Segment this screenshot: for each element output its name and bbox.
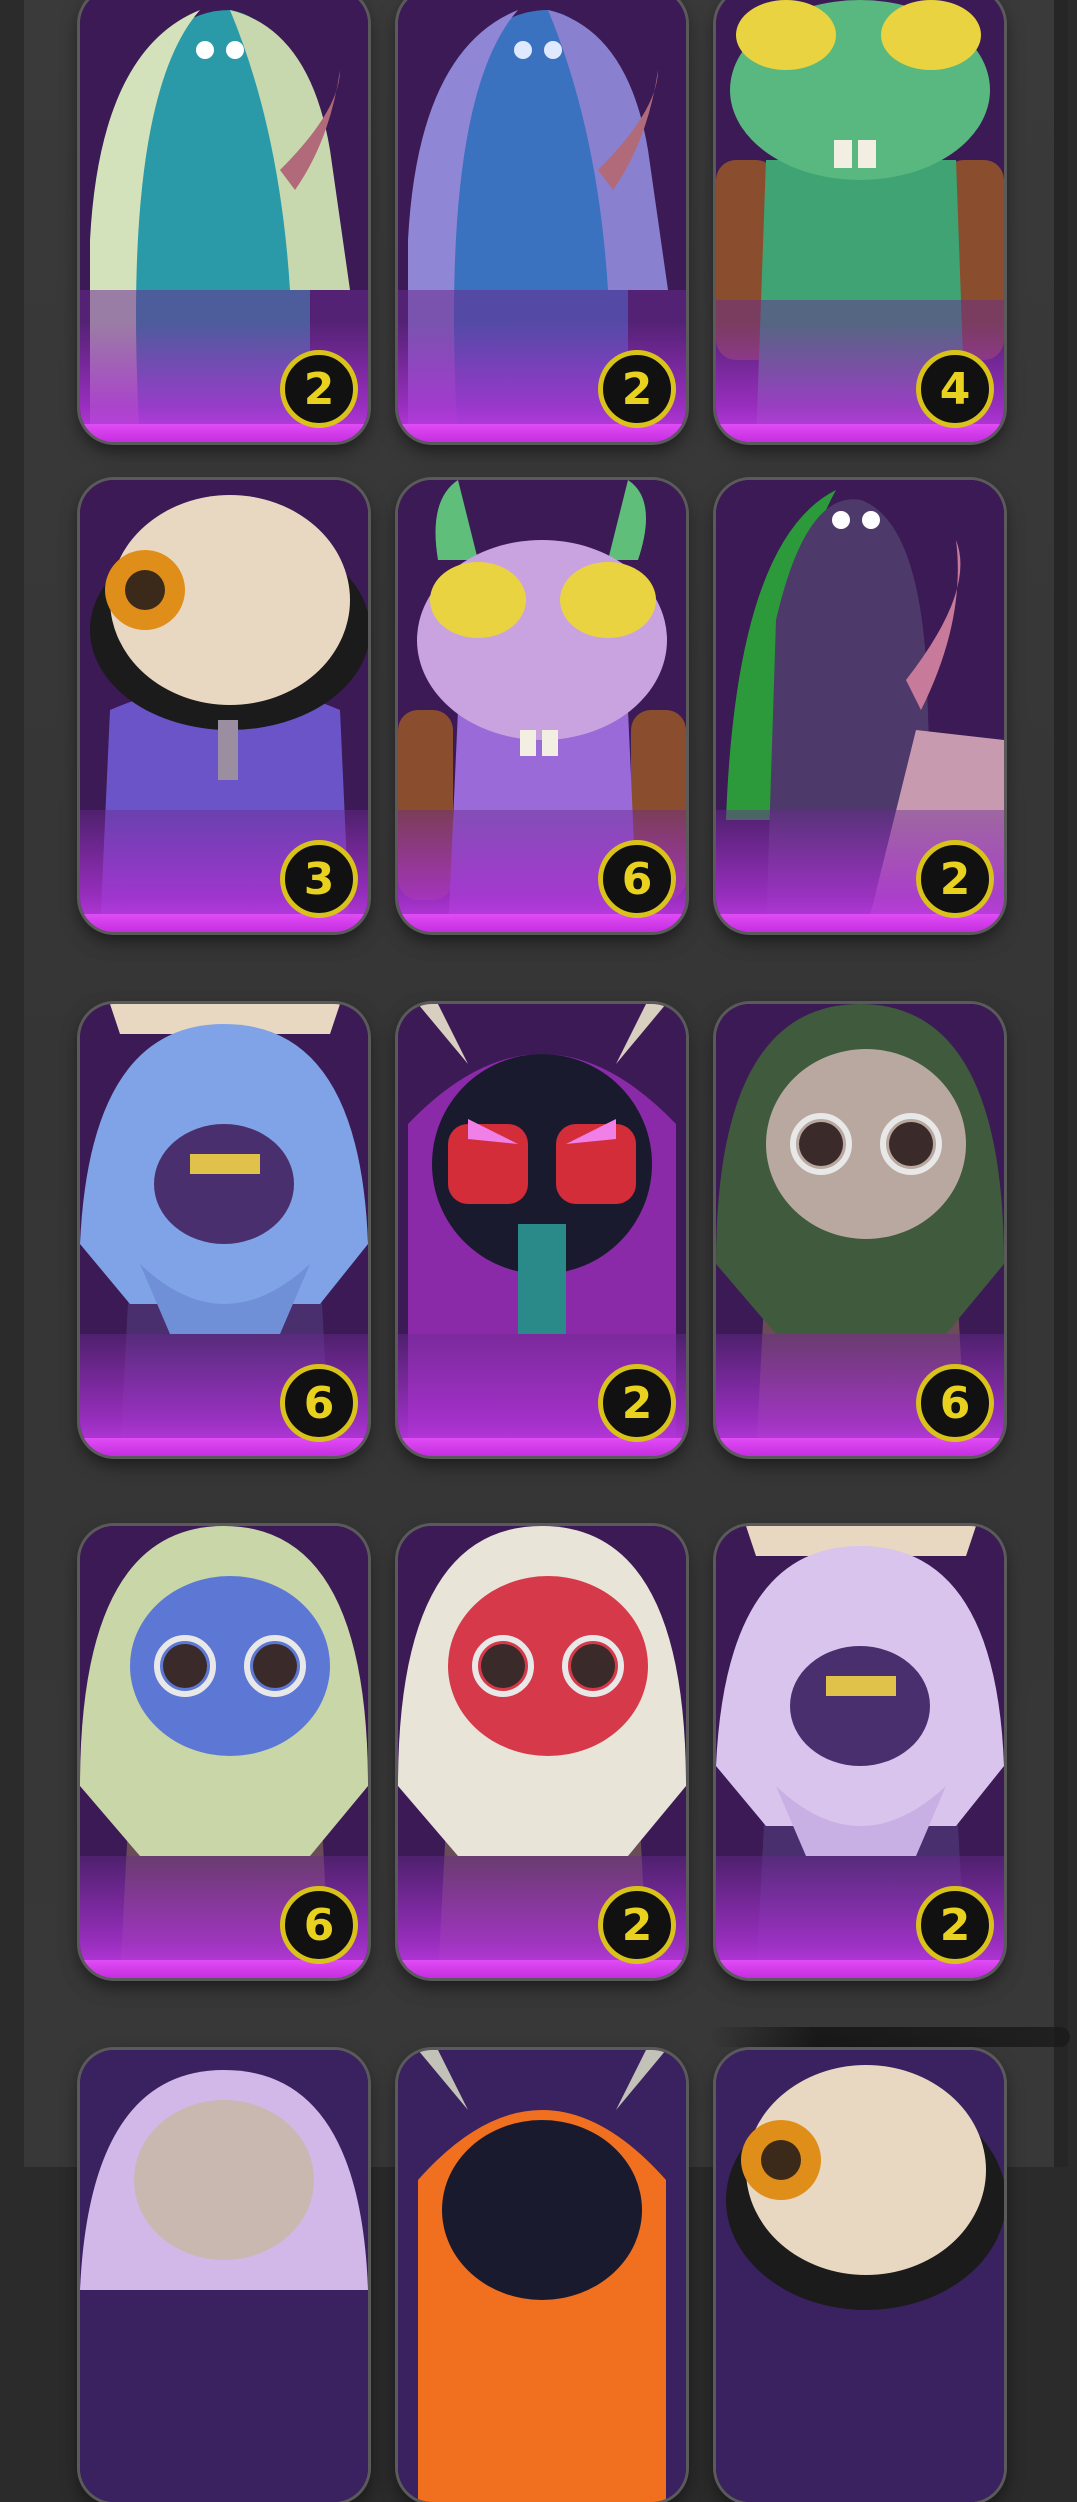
count-badge: 6 xyxy=(280,1886,358,1964)
card-troll-blue[interactable]: 6 xyxy=(80,1004,368,1456)
card-frog-purple[interactable]: 6 xyxy=(398,480,686,932)
count-badge: 3 xyxy=(280,840,358,918)
card-partial-2[interactable] xyxy=(398,2050,686,2502)
count-badge: 2 xyxy=(916,1886,994,1964)
card-partial-1[interactable] xyxy=(80,2050,368,2502)
card-partial-3[interactable] xyxy=(716,2050,1004,2502)
card-hood-magenta[interactable]: 2 xyxy=(398,1004,686,1456)
card-troll-lilac[interactable]: 2 xyxy=(716,1526,1004,1978)
card-mummy-purple[interactable]: 3 xyxy=(80,480,368,932)
card-ghost-lavender[interactable]: 2 xyxy=(398,0,686,442)
count-badge: 2 xyxy=(598,1886,676,1964)
count-badge: 6 xyxy=(916,1364,994,1442)
card-mask-gray[interactable]: 6 xyxy=(716,1004,1004,1456)
troll-pale-icon xyxy=(80,2050,368,2502)
count-badge: 4 xyxy=(916,350,994,428)
count-badge: 6 xyxy=(598,840,676,918)
count-badge: 2 xyxy=(598,1364,676,1442)
count-badge: 6 xyxy=(280,1364,358,1442)
card-frog-green[interactable]: 4 xyxy=(716,0,1004,442)
hood-orange-icon xyxy=(398,2050,686,2502)
count-badge: 2 xyxy=(598,350,676,428)
card-mask-red[interactable]: 2 xyxy=(398,1526,686,1978)
count-badge: 2 xyxy=(916,840,994,918)
count-badge: 2 xyxy=(280,350,358,428)
card-mask-blue[interactable]: 6 xyxy=(80,1526,368,1978)
scroll-shadow xyxy=(710,2027,1070,2047)
card-ghost-white[interactable]: 2 xyxy=(80,0,368,442)
card-ghost-dark[interactable]: 2 xyxy=(716,480,1004,932)
mummy-partial-icon xyxy=(716,2050,1004,2502)
